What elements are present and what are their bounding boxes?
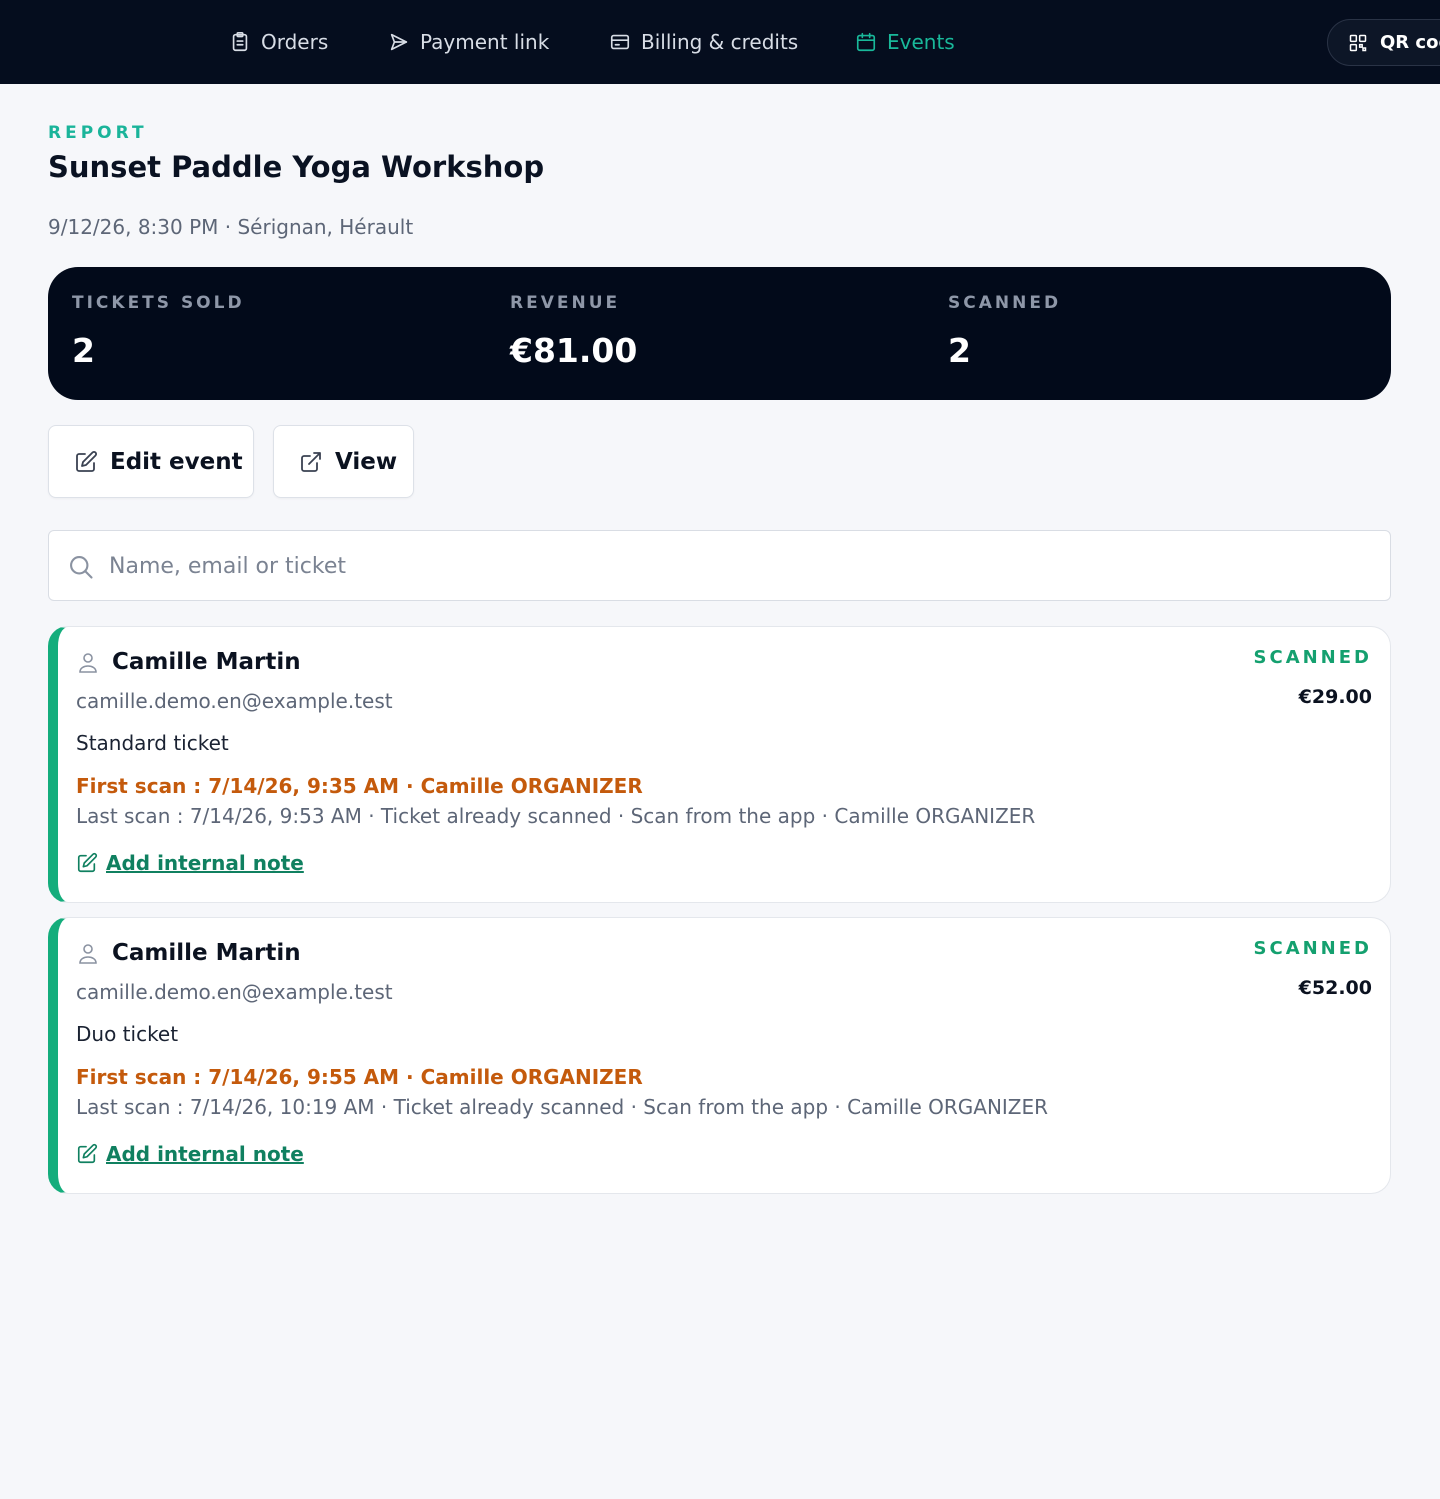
nav-payment-link-label: Payment link [420, 30, 550, 54]
calendar-icon [856, 32, 876, 52]
credit-card-icon [610, 34, 630, 50]
stats-panel: TICKETS SOLD 2 REVENUE €81.00 SCANNED 2 [48, 267, 1391, 400]
attendee-name: Camille Martin [112, 649, 301, 675]
stat-tickets-sold: TICKETS SOLD 2 [72, 293, 245, 370]
add-internal-note-label: Add internal note [106, 1142, 304, 1166]
search-input[interactable] [109, 543, 1369, 589]
view-event-button[interactable]: View [273, 425, 414, 498]
last-scan-info: Last scan : 7/14/26, 9:53 AM · Ticket al… [76, 804, 1036, 828]
first-scan-info: First scan : 7/14/26, 9:55 AM · Camille … [76, 1065, 643, 1089]
ticket-price: €29.00 [1298, 686, 1372, 708]
stat-scanned-value: 2 [948, 331, 971, 370]
ticket-card: Camille Martin camille.demo.en@example.t… [48, 917, 1391, 1194]
ticket-price: €52.00 [1298, 977, 1372, 999]
edit-icon [77, 852, 98, 873]
stat-tickets-sold-label: TICKETS SOLD [72, 293, 245, 313]
attendee-email: camille.demo.en@example.test [76, 689, 393, 713]
nav-orders[interactable]: Orders [229, 26, 328, 58]
add-internal-note-label: Add internal note [106, 851, 304, 875]
stat-tickets-sold-value: 2 [72, 331, 95, 370]
qr-codes-button[interactable]: QR codes [1327, 19, 1440, 66]
qr-code-icon [1349, 34, 1367, 51]
nav-events-label: Events [887, 30, 955, 54]
stat-revenue-label: REVENUE [510, 293, 621, 313]
clipboard-icon [232, 32, 248, 52]
edit-event-label: Edit event [110, 448, 243, 475]
nav-payment-link[interactable]: Payment link [388, 26, 549, 58]
ticket-type: Duo ticket [76, 1022, 179, 1046]
attendee-name: Camille Martin [112, 940, 301, 966]
status-badge: SCANNED [1253, 647, 1372, 668]
nav-events[interactable]: Events [855, 26, 955, 58]
first-scan-info: First scan : 7/14/26, 9:35 AM · Camille … [76, 774, 643, 798]
search-box [48, 530, 1391, 601]
page-eyebrow: REPORT [48, 123, 148, 143]
stat-scanned-label: SCANNED [948, 293, 1062, 313]
ticket-card: Camille Martin camille.demo.en@example.t… [48, 626, 1391, 903]
page-title: Sunset Paddle Yoga Workshop [48, 150, 545, 184]
view-event-label: View [335, 448, 398, 475]
qr-codes-label: QR codes [1380, 32, 1440, 53]
edit-icon [76, 450, 97, 472]
send-icon [390, 33, 408, 51]
nav-orders-label: Orders [261, 30, 329, 54]
event-date-location: 9/12/26, 8:30 PM · Sérignan, Hérault [48, 215, 414, 239]
edit-event-button[interactable]: Edit event [48, 425, 254, 498]
top-nav: Orders Payment link Billing & credits Ev… [0, 0, 1440, 84]
edit-icon [77, 1143, 98, 1164]
nav-billing[interactable]: Billing & credits [609, 26, 798, 58]
search-icon [70, 556, 93, 579]
add-internal-note-link[interactable]: Add internal note [76, 851, 304, 875]
add-internal-note-link[interactable]: Add internal note [76, 1142, 304, 1166]
stat-revenue: REVENUE €81.00 [510, 293, 637, 370]
ticket-type: Standard ticket [76, 731, 229, 755]
stat-revenue-value: €81.00 [510, 331, 638, 370]
attendee-email: camille.demo.en@example.test [76, 980, 393, 1004]
nav-billing-label: Billing & credits [641, 30, 799, 54]
external-link-icon [301, 451, 321, 472]
user-icon [79, 653, 97, 673]
stat-scanned: SCANNED 2 [948, 293, 1061, 370]
user-icon [79, 944, 97, 964]
status-badge: SCANNED [1253, 938, 1372, 959]
last-scan-info: Last scan : 7/14/26, 10:19 AM · Ticket a… [76, 1095, 1049, 1119]
